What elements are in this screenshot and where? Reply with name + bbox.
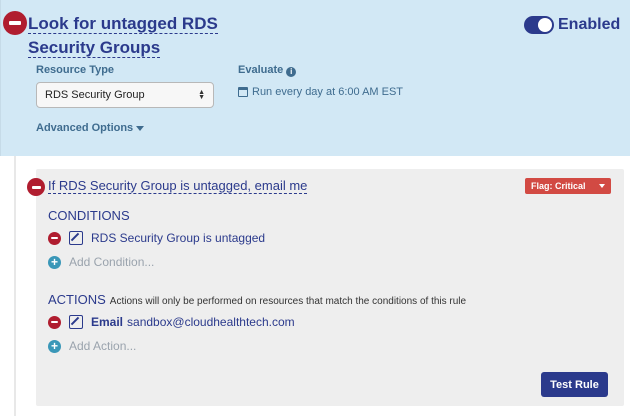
remove-condition-icon[interactable] <box>48 231 61 245</box>
actions-note: Actions will only be performed on resour… <box>109 296 467 307</box>
condition-card <box>36 169 624 406</box>
action-target: sandbox@cloudhealthtech.com <box>127 315 295 329</box>
condition-row: RDS Security Group is untagged <box>48 231 265 245</box>
add-condition[interactable]: + Add Condition... <box>48 255 154 269</box>
evaluate-label: Evaluate <box>238 64 284 76</box>
select-arrows-icon: ▲ ▼ <box>198 89 205 101</box>
flag-label: Flag: Critical <box>531 181 586 191</box>
remove-condition-block-icon[interactable] <box>27 178 45 196</box>
actions-heading-row: ACTIONS Actions will only be performed on… <box>48 292 466 307</box>
outer-border <box>14 156 16 416</box>
enabled-label: Enabled <box>558 16 621 33</box>
add-action[interactable]: + Add Action... <box>48 339 136 353</box>
schedule[interactable]: Run every day at 6:00 AM EST <box>238 86 403 98</box>
caret-down-icon <box>599 184 605 188</box>
condition-block-title[interactable]: If RDS Security Group is untagged, email… <box>48 178 308 194</box>
info-icon[interactable]: i <box>286 67 297 77</box>
evaluate-label-wrap: Evaluate i <box>238 64 297 77</box>
resource-type-label: Resource Type <box>36 64 115 76</box>
test-rule-button[interactable]: Test Rule <box>541 372 608 397</box>
add-condition-label: Add Condition... <box>69 255 155 269</box>
remove-rule-icon[interactable] <box>3 11 27 35</box>
plus-icon: + <box>48 255 61 269</box>
toggle-switch[interactable] <box>524 16 554 34</box>
advanced-options-label: Advanced Options <box>36 122 134 134</box>
action-type: Email <box>91 315 124 329</box>
edit-icon[interactable] <box>69 315 83 329</box>
flag-dropdown[interactable]: Flag: Critical <box>525 178 611 194</box>
actions-heading: ACTIONS <box>48 292 106 307</box>
add-action-label: Add Action... <box>69 339 137 353</box>
edit-icon[interactable] <box>69 231 83 245</box>
schedule-text: Run every day at 6:00 AM EST <box>252 86 404 98</box>
caret-down-icon <box>136 125 145 131</box>
calendar-icon <box>238 87 248 97</box>
condition-text: RDS Security Group is untagged <box>91 231 266 245</box>
resource-type-value: RDS Security Group <box>45 89 145 101</box>
action-row: Email sandbox@cloudhealthtech.com <box>48 315 295 329</box>
enabled-toggle[interactable]: Enabled <box>524 16 620 34</box>
plus-icon: + <box>48 339 61 353</box>
resource-type-select[interactable]: RDS Security Group ▲ ▼ <box>36 82 214 108</box>
advanced-options-toggle[interactable]: Advanced Options <box>36 122 145 134</box>
remove-action-icon[interactable] <box>48 315 61 329</box>
rule-title[interactable]: Look for untagged RDS Security Groups <box>28 12 228 60</box>
conditions-heading: CONDITIONS <box>48 208 130 223</box>
